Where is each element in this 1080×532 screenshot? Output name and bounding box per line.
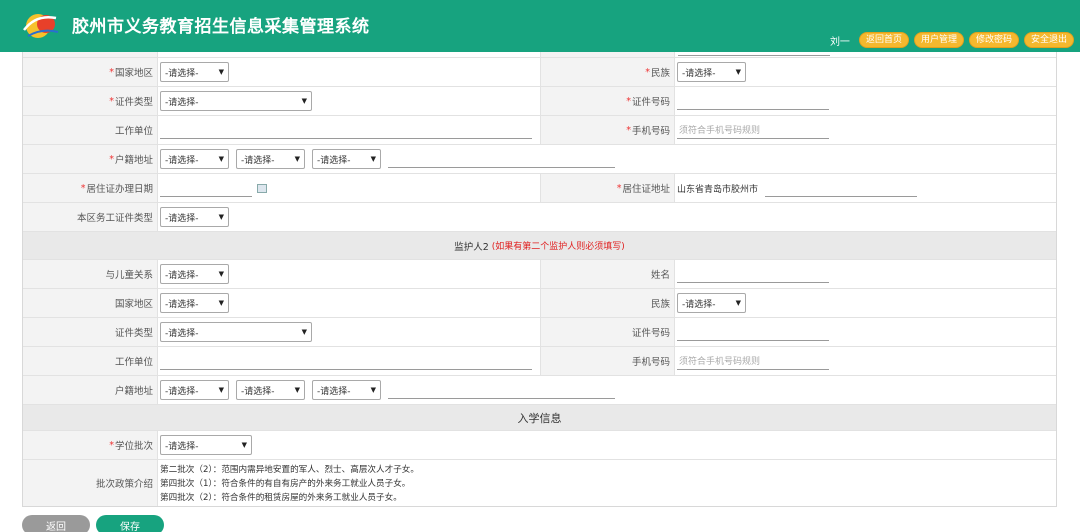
policy-line: 第四批次（1）：符合条件的有自有房产的外来务工就业人员子女。 (160, 479, 411, 489)
save-button[interactable]: 保存 (96, 515, 164, 532)
g2-country-label: 国家地区 (114, 299, 153, 310)
form-row-g2-country: 国家地区 -请选择- ▼ 民族 -请选择- ▼ (23, 289, 1056, 318)
policy-line: 第二批次（2）：范围内需异地安置的军人、烈士、高层次人才子女。 (160, 465, 419, 475)
phone-label: 手机号码 (631, 126, 670, 137)
id-type-select[interactable]: -请选择- ▼ (160, 91, 312, 111)
g2-phone-label: 手机号码 (631, 357, 670, 368)
dropdown-arrow-icon: ▼ (294, 155, 300, 163)
g2-id-number-input[interactable] (677, 323, 829, 341)
batch-select[interactable]: -请选择- ▼ (160, 435, 252, 455)
policy-label: 批次政策介绍 (95, 479, 153, 490)
g2-country-select[interactable]: -请选择- ▼ (160, 293, 229, 313)
id-number-label: 证件号码 (631, 97, 670, 108)
logout-button[interactable]: 安全退出 (1023, 32, 1074, 48)
work-input[interactable] (160, 121, 532, 139)
user-management-button[interactable]: 用户管理 (913, 32, 964, 48)
g2-id-type-select[interactable]: -请选择- ▼ (160, 322, 312, 342)
g2-ethnicity-label: 民族 (650, 299, 670, 310)
dropdown-arrow-icon: ▼ (241, 441, 247, 449)
dropdown-arrow-icon: ▼ (301, 97, 307, 105)
form-row-work: 工作单位 * 手机号码 须符合手机号码规则 (23, 116, 1056, 145)
dropdown-arrow-icon: ▼ (218, 270, 224, 278)
form-row-g2-id: 证件类型 -请选择- ▼ 证件号码 (23, 318, 1056, 347)
enrollment-title: 入学信息 (517, 411, 562, 425)
relation-label: 与儿童关系 (105, 270, 153, 281)
guardian2-note: (如果有第二个监护人则必须填写) (491, 242, 625, 252)
g2-hukou-detail-input[interactable] (388, 381, 615, 399)
g2-ethnicity-select[interactable]: -请选择- ▼ (677, 293, 746, 313)
relation-select[interactable]: -请选择- ▼ (160, 264, 229, 284)
g2-id-number-label: 证件号码 (631, 328, 670, 339)
guardian2-section-header: 监护人2 (如果有第二个监护人则必须填写) (23, 232, 1056, 260)
form-row-country: * 国家地区 -请选择- ▼ * 民族 -请选择- ▼ (23, 58, 1056, 87)
permit-address-prefix: 山东省青岛市胶州市 (677, 184, 759, 195)
batch-label: 学位批次 (114, 441, 153, 452)
dropdown-arrow-icon: ▼ (294, 386, 300, 394)
logo-icon (23, 14, 59, 38)
permit-address-label: 居住证地址 (622, 184, 670, 195)
dropdown-arrow-icon: ▼ (218, 386, 224, 394)
form-row-worker-id: 本区务工证件类型 -请选择- ▼ (23, 203, 1056, 232)
g2-name-input[interactable] (677, 265, 829, 283)
id-number-input[interactable] (677, 92, 829, 110)
g2-hukou-label: 户籍地址 (114, 386, 153, 397)
form-row-batch: * 学位批次 -请选择- ▼ (23, 431, 1056, 460)
change-password-button[interactable]: 修改密码 (968, 32, 1019, 48)
id-type-label: 证件类型 (114, 97, 153, 108)
home-button[interactable]: 返回首页 (858, 32, 909, 48)
g2-work-input[interactable] (160, 352, 532, 370)
country-label: 国家地区 (114, 68, 153, 79)
country-select[interactable]: -请选择- ▼ (160, 62, 229, 82)
guardian-form: * 国家地区 -请选择- ▼ * 民族 -请选择- ▼ * 证件类型 -请选择- ▼ * 证件… (22, 52, 1057, 507)
partial-input-line[interactable] (678, 50, 830, 56)
calendar-icon[interactable] (257, 183, 267, 193)
form-row-policy: 批次政策介绍 第二批次（2）：范围内需异地安置的军人、烈士、高层次人才子女。 第… (23, 460, 1056, 506)
form-row-relation: 与儿童关系 -请选择- ▼ 姓名 (23, 260, 1056, 289)
dropdown-arrow-icon: ▼ (735, 299, 741, 307)
back-button[interactable]: 返回 (22, 515, 90, 532)
hukou-detail-input[interactable] (388, 150, 615, 168)
app-title: 胶州市义务教育招生信息采集管理系统 (72, 17, 370, 37)
enrollment-section-header: 入学信息 (23, 405, 1056, 431)
hukou-label: 户籍地址 (114, 155, 153, 166)
policy-line: 第四批次（2）：符合条件的租赁房屋的外来务工就业人员子女。 (160, 493, 402, 503)
dropdown-arrow-icon: ▼ (735, 68, 741, 76)
dropdown-arrow-icon: ▼ (218, 155, 224, 163)
app-header: 胶州市义务教育招生信息采集管理系统 刘一 返回首页 用户管理 修改密码 安全退出 (0, 0, 1080, 52)
g2-id-type-label: 证件类型 (114, 328, 153, 339)
dropdown-arrow-icon: ▼ (218, 68, 224, 76)
g2-city-select[interactable]: -请选择- ▼ (236, 380, 305, 400)
form-row-g2-work: 工作单位 手机号码 须符合手机号码规则 (23, 347, 1056, 376)
user-name: 刘一 (829, 36, 850, 48)
permit-date-input[interactable] (160, 179, 252, 197)
user-area: 刘一 返回首页 用户管理 修改密码 安全退出 (830, 32, 1074, 48)
worker-id-select[interactable]: -请选择- ▼ (160, 207, 229, 227)
guardian2-title: 监护人2 (454, 241, 489, 253)
g2-phone-input[interactable]: 须符合手机号码规则 (677, 352, 829, 370)
policy-text: 第二批次（2）：范围内需异地安置的军人、烈士、高层次人才子女。 第四批次（1）：… (160, 463, 419, 503)
district-select[interactable]: -请选择- ▼ (312, 149, 381, 169)
phone-input[interactable]: 须符合手机号码规则 (677, 121, 829, 139)
dropdown-arrow-icon: ▼ (370, 386, 376, 394)
form-row-permit: * 居住证办理日期 * 居住证地址 山东省青岛市胶州市 (23, 174, 1056, 203)
g2-work-label: 工作单位 (114, 357, 153, 368)
dropdown-arrow-icon: ▼ (218, 299, 224, 307)
work-label: 工作单位 (114, 126, 153, 137)
form-row-id: * 证件类型 -请选择- ▼ * 证件号码 (23, 87, 1056, 116)
g2-province-select[interactable]: -请选择- ▼ (160, 380, 229, 400)
worker-id-label: 本区务工证件类型 (76, 213, 153, 224)
dropdown-arrow-icon: ▼ (370, 155, 376, 163)
form-row-g2-hukou: 户籍地址 -请选择- ▼ -请选择- ▼ -请选择- ▼ (23, 376, 1056, 405)
province-select[interactable]: -请选择- ▼ (160, 149, 229, 169)
city-select[interactable]: -请选择- ▼ (236, 149, 305, 169)
ethnicity-label: 民族 (650, 68, 670, 79)
ethnicity-select[interactable]: -请选择- ▼ (677, 62, 746, 82)
permit-date-label: 居住证办理日期 (86, 184, 153, 195)
form-row-hukou: * 户籍地址 -请选择- ▼ -请选择- ▼ -请选择- ▼ (23, 145, 1056, 174)
dropdown-arrow-icon: ▼ (218, 213, 224, 221)
permit-address-input[interactable] (765, 179, 918, 197)
dropdown-arrow-icon: ▼ (301, 328, 307, 336)
g2-district-select[interactable]: -请选择- ▼ (312, 380, 381, 400)
g2-name-label: 姓名 (650, 270, 670, 281)
